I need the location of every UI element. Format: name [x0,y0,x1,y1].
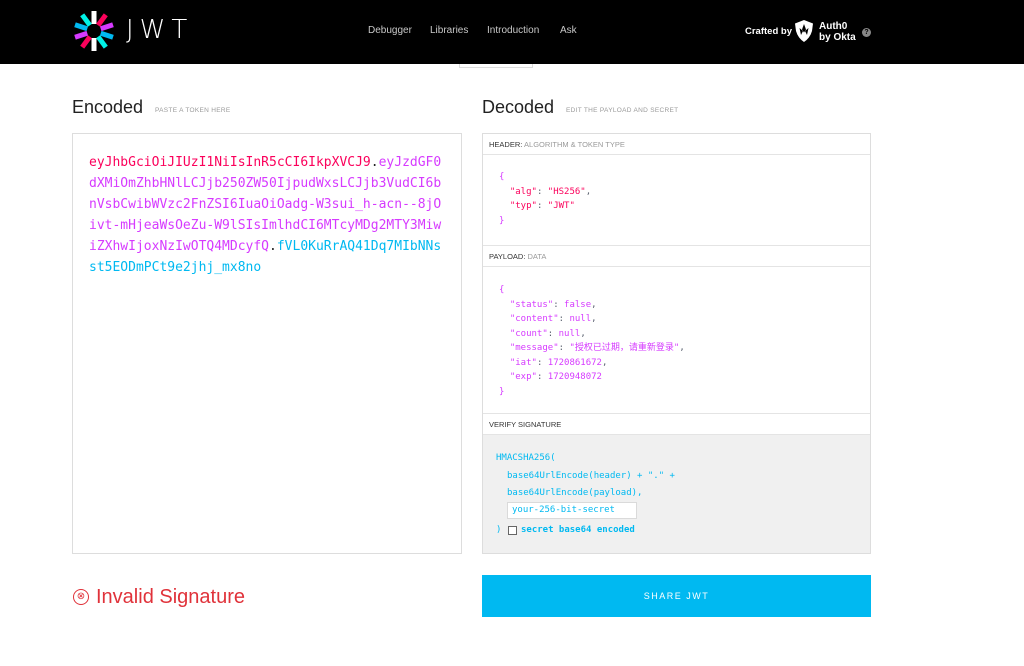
nav-link-debugger[interactable]: Debugger [368,24,412,38]
secret-base64-checkbox[interactable] [508,526,517,535]
token-text[interactable]: eyJhbGciOiJIUzI1NiIsInR5cCI6IkpXVCJ9.eyJ… [89,152,449,278]
signature-status: Invalid Signature [96,586,245,608]
hmac-line-header: base64UrlEncode(header) + "." + [507,471,675,481]
header-section-label: HEADER: ALGORITHM & TOKEN TYPE [483,134,870,155]
auth0-shield-icon[interactable] [795,20,813,42]
decoded-title: Decoded [482,97,555,117]
jwt-logo-icon[interactable] [72,9,116,53]
payload-label: PAYLOAD: [489,252,526,261]
help-icon[interactable]: ? [862,28,871,37]
auth0-brand-text[interactable]: Auth0 by Okta [819,21,856,43]
json-key-iat: "iat" [509,357,537,368]
top-nav: JWT Debugger Libraries Introduction Ask … [0,0,1024,64]
hmac-line-payload: base64UrlEncode(payload), [507,488,643,498]
json-key-exp: "exp" [509,372,537,382]
json-value-content: null [569,314,592,324]
json-value-typ: "JWT" [547,201,575,211]
nav-link-introduction[interactable]: Introduction [487,24,539,38]
json-key-alg: "alg" [509,186,537,197]
brand-line-okta: by Okta [819,32,856,43]
invalid-x-circle-icon: ⊗ [73,589,89,605]
encoded-token-editor[interactable]: eyJhbGciOiJIUzI1NiIsInR5cCI6IkpXVCJ9.eyJ… [72,133,462,554]
json-key-typ: "typ" [509,201,537,211]
json-value-iat: 1720861672 [547,357,602,368]
nav-link-ask[interactable]: Ask [560,24,577,38]
json-value-alg: "HS256" [547,186,586,197]
nav-tab-indicator [459,64,533,68]
nav-link-libraries[interactable]: Libraries [430,24,468,38]
token-dot: . [370,155,379,170]
hmac-function: HMACSHA256( [496,453,556,463]
brand-line-auth0: Auth0 [819,21,848,32]
secret-input[interactable]: your-256-bit-secret [507,502,637,519]
header-sublabel: ALGORITHM & TOKEN TYPE [524,140,625,149]
brace-open: { [499,285,505,295]
logo-wordmark[interactable]: JWT [126,15,193,45]
json-value-status: false [564,299,592,310]
share-jwt-button[interactable]: SHARE JWT [482,575,871,617]
header-json-editor[interactable]: { "alg": "HS256", "typ": "JWT" } [499,170,591,228]
encoded-title: Encoded [72,97,144,117]
json-key-message: "message" [509,343,559,353]
brace-close: } [499,386,505,397]
verify-signature-area: HMACSHA256( base64UrlEncode(header) + ".… [483,435,870,553]
token-header-part: eyJhbGciOiJIUzI1NiIsInR5cCI6IkpXVCJ9 [89,155,371,170]
payload-sublabel: DATA [527,252,547,261]
verify-section-label: VERIFY SIGNATURE [483,414,870,435]
json-value-message: "授权已过期，请重新登录" [569,343,680,353]
payload-section-label: PAYLOAD: DATA [483,246,870,267]
secret-base64-label[interactable]: secret base64 encoded [521,524,635,536]
header-label: HEADER: [489,140,523,149]
decoded-panel: HEADER: ALGORITHM & TOKEN TYPE { "alg": … [482,133,871,554]
hmac-close-paren: ) [496,525,502,535]
json-value-exp: 1720948072 [547,372,602,382]
crafted-by-label: Crafted by [745,26,792,37]
json-key-content: "content" [509,314,559,324]
verify-label: VERIFY SIGNATURE [489,420,562,429]
brace-close: } [499,215,505,226]
payload-json-editor[interactable]: { "status": false, "content": null, "cou… [499,283,685,399]
json-value-count: null [558,328,581,339]
encoded-subtitle: PASTE A TOKEN HERE [155,107,231,114]
token-dot: . [269,239,277,254]
json-key-count: "count" [509,328,548,339]
brace-open: { [499,172,505,182]
decoded-subtitle: EDIT THE PAYLOAD AND SECRET [566,107,679,114]
json-key-status: "status" [509,299,554,310]
